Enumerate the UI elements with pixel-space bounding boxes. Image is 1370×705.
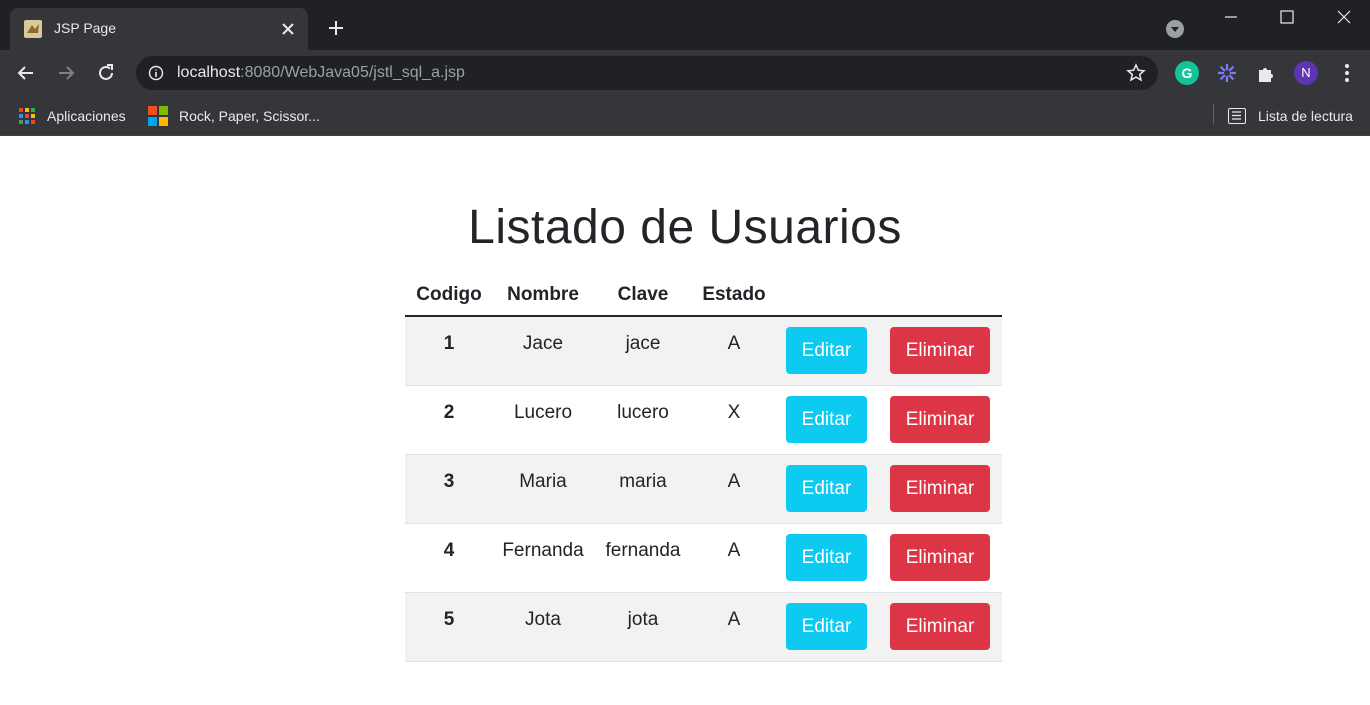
cell-codigo: 5 bbox=[405, 592, 493, 662]
cell-nombre: Lucero bbox=[493, 385, 593, 455]
cell-clave: jace bbox=[593, 316, 693, 386]
close-tab-icon[interactable] bbox=[278, 19, 298, 39]
extensions-puzzle-icon[interactable] bbox=[1255, 61, 1279, 85]
tab-title: JSP Page bbox=[54, 20, 117, 36]
delete-button[interactable]: Eliminar bbox=[889, 533, 991, 581]
bookmark-rock-paper-scissor[interactable]: Rock, Paper, Scissor... bbox=[148, 104, 320, 128]
edit-button[interactable]: Editar bbox=[785, 464, 868, 512]
table-row: 3 Maria maria A Editar Eliminar bbox=[405, 454, 1002, 524]
grammarly-extension-icon[interactable]: G bbox=[1175, 61, 1199, 85]
cell-delete: Eliminar bbox=[878, 454, 1002, 524]
column-header-clave: Clave bbox=[593, 274, 693, 317]
cell-codigo: 2 bbox=[405, 385, 493, 455]
cell-edit: Editar bbox=[775, 316, 878, 386]
bookmark-star-icon[interactable] bbox=[1126, 63, 1146, 83]
cell-codigo: 3 bbox=[405, 454, 493, 524]
delete-button[interactable]: Eliminar bbox=[889, 464, 991, 512]
browser-toolbar: localhost:8080/WebJava05/jstl_sql_a.jsp … bbox=[0, 50, 1370, 96]
edit-button[interactable]: Editar bbox=[785, 327, 868, 374]
microsoft-logo-icon bbox=[148, 106, 168, 126]
address-bar[interactable]: localhost:8080/WebJava05/jstl_sql_a.jsp bbox=[136, 56, 1158, 90]
delete-button[interactable]: Eliminar bbox=[889, 395, 991, 443]
bookmark-rock-label: Rock, Paper, Scissor... bbox=[179, 108, 320, 124]
cell-estado: A bbox=[693, 316, 775, 386]
cell-clave: lucero bbox=[593, 385, 693, 455]
menu-kebab-icon[interactable] bbox=[1335, 61, 1359, 85]
edit-button[interactable]: Editar bbox=[785, 395, 868, 443]
cell-estado: A bbox=[693, 523, 775, 593]
edit-button[interactable]: Editar bbox=[785, 602, 868, 650]
table-body: 1 Jace jace A Editar Eliminar 2 Lucero lucero X Ed… bbox=[405, 316, 1002, 662]
url-host: localhost bbox=[177, 64, 241, 81]
cell-clave: maria bbox=[593, 454, 693, 524]
bookmarks-separator bbox=[1213, 104, 1214, 124]
tab-search-icon[interactable] bbox=[1166, 20, 1184, 38]
cell-edit: Editar bbox=[775, 454, 878, 524]
bookmark-apps[interactable]: Aplicaciones bbox=[19, 104, 126, 128]
cell-edit: Editar bbox=[775, 592, 878, 662]
url-text: localhost:8080/WebJava05/jstl_sql_a.jsp bbox=[177, 64, 465, 82]
extension-flower-icon[interactable] bbox=[1215, 61, 1239, 85]
reading-list-label: Lista de lectura bbox=[1258, 108, 1353, 124]
back-arrow-icon[interactable] bbox=[15, 62, 37, 84]
column-header-edit bbox=[775, 274, 878, 317]
tomcat-favicon-icon bbox=[24, 20, 42, 38]
cell-delete: Eliminar bbox=[878, 523, 1002, 593]
cell-edit: Editar bbox=[775, 385, 878, 455]
bookmarks-bar: Aplicaciones Rock, Paper, Scissor... Lis… bbox=[0, 96, 1370, 136]
edit-button[interactable]: Editar bbox=[785, 533, 868, 581]
new-tab-icon[interactable] bbox=[326, 18, 346, 38]
cell-clave: fernanda bbox=[593, 523, 693, 593]
profile-avatar[interactable]: N bbox=[1294, 61, 1318, 85]
cell-estado: A bbox=[693, 592, 775, 662]
title-bar: JSP Page bbox=[0, 0, 1370, 50]
page-content: Listado de Usuarios Codigo Nombre Clave … bbox=[0, 136, 1370, 705]
delete-button[interactable]: Eliminar bbox=[889, 327, 991, 374]
apps-grid-icon bbox=[19, 108, 35, 124]
cell-delete: Eliminar bbox=[878, 592, 1002, 662]
browser-tab[interactable]: JSP Page bbox=[10, 8, 308, 50]
cell-estado: X bbox=[693, 385, 775, 455]
url-path: :8080/WebJava05/jstl_sql_a.jsp bbox=[240, 64, 465, 81]
column-header-nombre: Nombre bbox=[493, 274, 593, 317]
cell-codigo: 1 bbox=[405, 316, 493, 386]
reload-icon[interactable] bbox=[95, 62, 117, 84]
cell-estado: A bbox=[693, 454, 775, 524]
reading-list-button[interactable]: Lista de lectura bbox=[1228, 104, 1353, 128]
column-header-codigo: Codigo bbox=[405, 274, 493, 317]
table-row: 4 Fernanda fernanda A Editar Eliminar bbox=[405, 523, 1002, 593]
cell-delete: Eliminar bbox=[878, 385, 1002, 455]
site-info-icon[interactable] bbox=[148, 65, 164, 81]
cell-nombre: Jace bbox=[493, 316, 593, 386]
cell-nombre: Fernanda bbox=[493, 523, 593, 593]
delete-button[interactable]: Eliminar bbox=[889, 602, 991, 650]
cell-codigo: 4 bbox=[405, 523, 493, 593]
close-window-icon[interactable] bbox=[1333, 6, 1355, 28]
cell-clave: jota bbox=[593, 592, 693, 662]
table-header-row: Codigo Nombre Clave Estado bbox=[405, 274, 1002, 317]
table-row: 2 Lucero lucero X Editar Eliminar bbox=[405, 385, 1002, 455]
cell-nombre: Maria bbox=[493, 454, 593, 524]
page-title: Listado de Usuarios bbox=[468, 201, 902, 254]
table-row: 1 Jace jace A Editar Eliminar bbox=[405, 316, 1002, 386]
reading-list-icon bbox=[1228, 108, 1246, 124]
column-header-estado: Estado bbox=[693, 274, 775, 317]
forward-arrow-icon[interactable] bbox=[55, 62, 77, 84]
maximize-icon[interactable] bbox=[1276, 6, 1298, 28]
table-row: 5 Jota jota A Editar Eliminar bbox=[405, 592, 1002, 662]
cell-edit: Editar bbox=[775, 523, 878, 593]
bookmark-apps-label: Aplicaciones bbox=[47, 108, 126, 124]
minimize-icon[interactable] bbox=[1220, 6, 1242, 28]
column-header-delete bbox=[878, 274, 1002, 317]
users-table: Codigo Nombre Clave Estado 1 Jace jace A Edi… bbox=[405, 274, 1002, 662]
cell-nombre: Jota bbox=[493, 592, 593, 662]
cell-delete: Eliminar bbox=[878, 316, 1002, 386]
